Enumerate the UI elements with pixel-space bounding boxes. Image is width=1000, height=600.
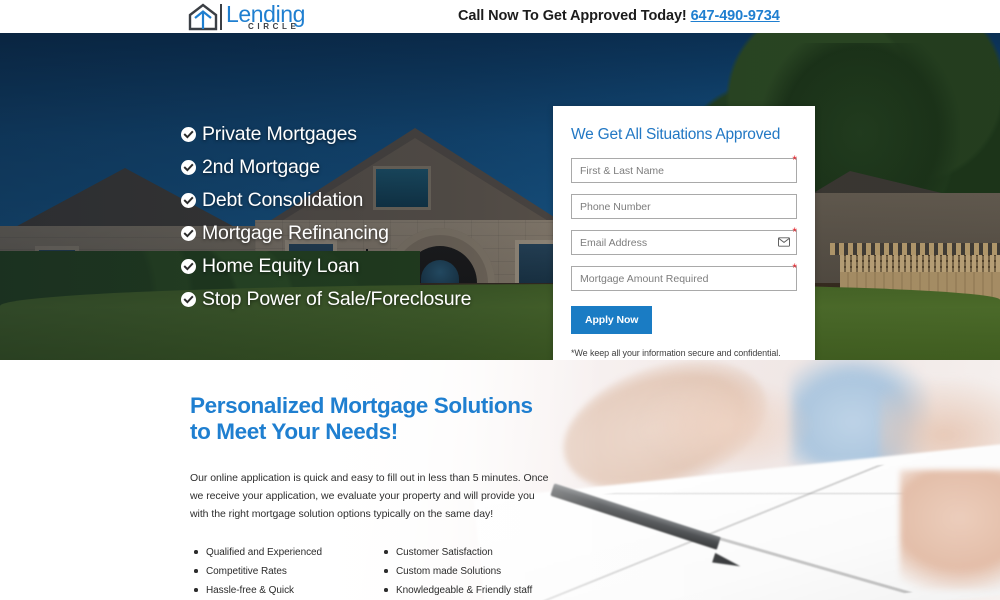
privacy-note: *We keep all your information secure and… [571,348,781,358]
house-outline-icon [188,3,218,31]
full-name-input[interactable] [571,158,797,183]
benefits-column-left: Qualified and Experienced Competitive Ra… [190,546,380,600]
info-heading: Personalized Mortgage Solutions to Meet … [190,393,533,445]
hero-service-item: Private Mortgages [181,123,471,145]
benefit-item: Qualified and Experienced [190,546,380,560]
form-title: We Get All Situations Approved [571,126,781,143]
hero-background-image [0,33,1000,360]
hero-service-label: 2nd Mortgage [202,156,320,178]
apply-now-button[interactable]: Apply Now [571,306,653,334]
field-row-email: * [571,226,797,255]
info-section: Personalized Mortgage Solutions to Meet … [0,360,1000,600]
hero-service-label: Mortgage Refinancing [202,222,389,244]
check-circle-icon [181,160,196,176]
hero-service-label: Home Equity Loan [202,255,360,277]
envelope-icon [778,237,790,247]
field-row-full-name: * [571,154,797,183]
logo-secondary-text: CIRCLE [248,22,300,31]
logo-wordmark: Lending CIRCLE [226,3,305,31]
benefit-item: Customer Satisfaction [380,546,570,560]
required-asterisk: * [792,261,797,275]
required-asterisk: * [792,153,797,167]
header-call-to-action: Call Now To Get Approved Today! 647-490-… [458,8,780,24]
benefit-item: Custom made Solutions [380,565,570,579]
hero-service-item: Stop Power of Sale/Foreclosure [181,288,472,310]
benefits-columns: Qualified and Experienced Competitive Ra… [190,546,1000,600]
header-cta-text: Call Now To Get Approved Today! [458,8,687,24]
hero-service-item: Debt Consolidation [181,189,471,211]
header-phone-link[interactable]: 647-490-9734 [691,8,780,24]
site-logo[interactable]: Lending CIRCLE [188,2,305,32]
hero-services-list: Private Mortgages 2nd Mortgage Debt Cons… [181,123,472,323]
benefit-item: Knowledgeable & Friendly staff [380,584,570,598]
mortgage-amount-input[interactable] [571,266,797,291]
benefits-column-right: Customer Satisfaction Custom made Soluti… [380,546,570,600]
phone-input[interactable] [571,194,797,219]
check-circle-icon [181,226,196,242]
hero-service-label: Debt Consolidation [202,189,364,211]
hero-service-item: Home Equity Loan [181,255,471,277]
logo-divider [220,4,222,30]
check-circle-icon [181,292,196,308]
email-input[interactable] [571,230,797,255]
hero-section: Private Mortgages 2nd Mortgage Debt Cons… [0,33,1000,360]
info-content: Personalized Mortgage Solutions to Meet … [0,360,1000,600]
hero-service-item: Mortgage Refinancing [181,222,471,244]
landing-page: Lending CIRCLE Call Now To Get Approved … [0,0,1000,600]
info-paragraph: Our online application is quick and easy… [190,471,549,521]
site-header: Lending CIRCLE Call Now To Get Approved … [0,0,1000,33]
check-circle-icon [181,127,196,143]
required-asterisk: * [792,225,797,239]
benefit-item: Hassle-free & Quick [190,584,380,598]
check-circle-icon [181,259,196,275]
benefit-item: Competitive Rates [190,565,380,579]
field-row-phone [571,194,797,219]
hero-service-label: Stop Power of Sale/Foreclosure [202,288,472,310]
check-circle-icon [181,193,196,209]
lead-capture-form: We Get All Situations Approved * * * [553,106,815,360]
field-row-mortgage-amount: * [571,262,797,291]
hero-service-item: 2nd Mortgage [181,156,471,178]
hero-service-label: Private Mortgages [202,123,357,145]
